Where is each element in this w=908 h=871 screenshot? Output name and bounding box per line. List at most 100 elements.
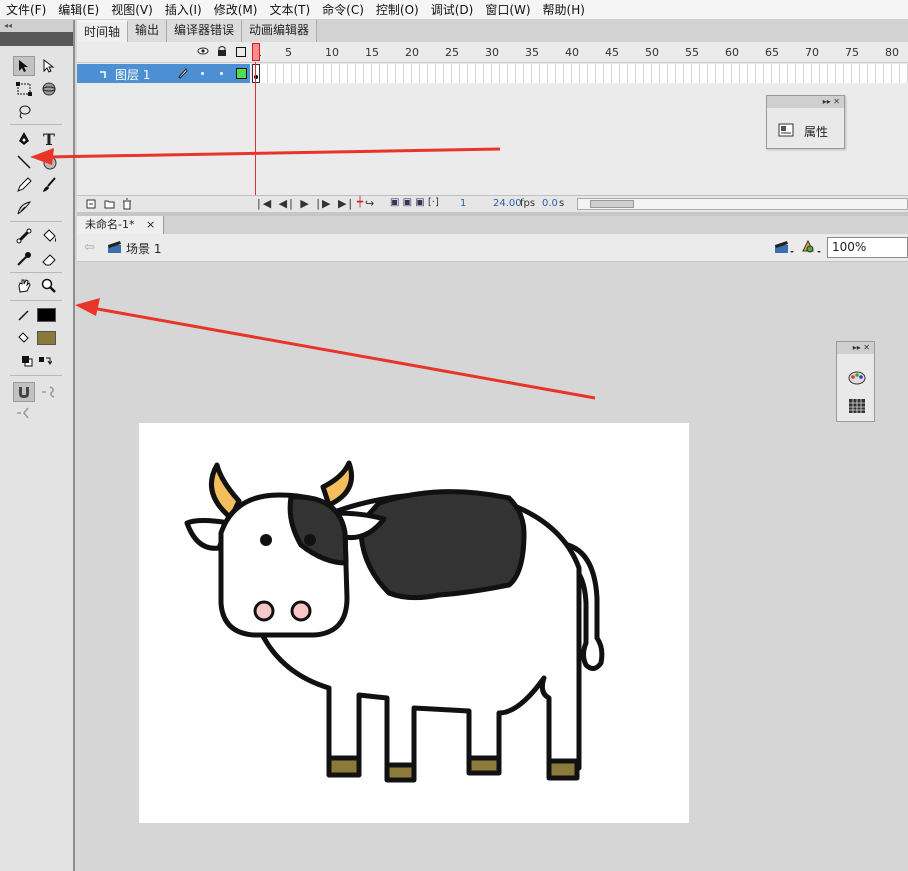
ruler-frame-number[interactable]: 45 xyxy=(605,46,619,59)
lock-icon[interactable] xyxy=(217,45,227,60)
swap-colors-icon[interactable] xyxy=(34,351,56,371)
elapsed-time-value[interactable]: 0.0 xyxy=(542,198,558,209)
frame-ruler[interactable]: 15101520253035404550556065707580 xyxy=(252,42,908,63)
frame-rate-value[interactable]: 24.00 xyxy=(493,198,522,209)
tab-output[interactable]: 输出 xyxy=(128,20,168,42)
pencil-tool-icon[interactable] xyxy=(13,175,35,195)
color-palette-icon[interactable] xyxy=(848,370,866,389)
fill-color-swatch[interactable] xyxy=(37,331,56,345)
paint-bucket-tool-icon[interactable] xyxy=(38,226,60,246)
brush-tool-icon[interactable] xyxy=(38,175,60,195)
menu-help[interactable]: 帮助(H) xyxy=(537,1,591,18)
smooth-icon[interactable] xyxy=(38,382,60,402)
timeline-footer: |◀ ◀| ▶ |▶ ▶| ┿ ↪ ▣ ▣ ▣ [·] 1 24.00 fps … xyxy=(77,195,908,212)
center-frame-icon[interactable]: ┿ xyxy=(357,197,363,208)
pen-tool-icon[interactable] xyxy=(13,129,35,149)
3d-rotation-tool-icon[interactable] xyxy=(38,79,60,99)
ruler-frame-number[interactable]: 35 xyxy=(525,46,539,59)
tab-timeline[interactable]: 时间轴 xyxy=(77,20,129,42)
zoom-field[interactable]: 100% xyxy=(827,237,908,258)
toolbox-collapse[interactable]: ◂◂ xyxy=(0,20,73,32)
document-tab-close-icon[interactable]: × xyxy=(146,218,155,231)
layer-icon xyxy=(99,68,109,82)
edit-scene-icon[interactable] xyxy=(774,239,794,258)
edit-symbols-icon[interactable] xyxy=(801,239,821,258)
subselection-tool-icon[interactable] xyxy=(38,56,60,76)
layer-outline-color[interactable] xyxy=(236,68,247,79)
ruler-frame-number[interactable]: 70 xyxy=(805,46,819,59)
frame-grid[interactable] xyxy=(252,64,908,83)
playhead[interactable] xyxy=(252,43,260,61)
outline-icon[interactable] xyxy=(236,47,246,57)
ruler-frame-number[interactable]: 5 xyxy=(285,46,292,59)
ruler-frame-number[interactable]: 25 xyxy=(445,46,459,59)
document-tab[interactable]: 未命名-1* × xyxy=(77,216,165,234)
onion-skin-icons[interactable]: ▣ ▣ ▣ [·] xyxy=(390,197,439,208)
rectangle-tool-icon[interactable] xyxy=(38,152,60,172)
swatches-panel-head[interactable]: ▸▸ ✕ xyxy=(837,342,874,354)
current-frame[interactable]: 1 xyxy=(460,198,466,209)
scene-name[interactable]: 场景 1 xyxy=(126,240,161,257)
ruler-frame-number[interactable]: 30 xyxy=(485,46,499,59)
eraser-tool-icon[interactable] xyxy=(38,249,60,269)
layer-row[interactable]: 图层 1 xyxy=(77,64,250,83)
cow-illustration[interactable] xyxy=(139,423,689,823)
ruler-frame-number[interactable]: 50 xyxy=(645,46,659,59)
eyedropper-tool-icon[interactable] xyxy=(13,249,35,269)
bone-tool-icon[interactable] xyxy=(13,226,35,246)
ruler-frame-number[interactable]: 20 xyxy=(405,46,419,59)
playback-controls[interactable]: |◀ ◀| ▶ |▶ ▶| xyxy=(257,197,354,210)
document-tab-title: 未命名-1* xyxy=(85,218,135,231)
timeline-scroll-thumb[interactable] xyxy=(590,200,634,208)
properties-panel-head[interactable]: ▸▸ ✕ xyxy=(767,96,844,108)
elapsed-time-unit: s xyxy=(559,198,565,209)
ruler-frame-number[interactable]: 15 xyxy=(365,46,379,59)
lasso-tool-icon[interactable] xyxy=(13,102,35,122)
ruler-frame-number[interactable]: 80 xyxy=(885,46,899,59)
layer-visible-dot[interactable] xyxy=(201,72,204,75)
toolbox-title-bar[interactable] xyxy=(0,32,73,46)
selection-tool-icon[interactable] xyxy=(13,56,35,76)
tab-compiler-errors[interactable]: 编译器错误 xyxy=(167,20,243,42)
ruler-frame-number[interactable]: 65 xyxy=(765,46,779,59)
straighten-icon[interactable] xyxy=(13,403,35,423)
new-folder-icon[interactable] xyxy=(104,199,115,212)
timeline-hscrollbar[interactable] xyxy=(577,198,908,210)
ruler-frame-number[interactable]: 75 xyxy=(845,46,859,59)
hand-tool-icon[interactable] xyxy=(13,276,35,296)
text-tool-icon[interactable]: T xyxy=(38,129,60,149)
snap-to-objects-icon[interactable] xyxy=(13,382,35,402)
menu-commands[interactable]: 命令(C) xyxy=(316,1,370,18)
properties-label[interactable]: 属性 xyxy=(804,123,828,140)
properties-panel: ▸▸ ✕ 属性 xyxy=(766,95,845,149)
ruler-frame-number[interactable]: 10 xyxy=(325,46,339,59)
stage[interactable] xyxy=(139,423,689,823)
menu-modify[interactable]: 修改(M) xyxy=(208,1,264,18)
back-arrow-icon[interactable]: ⇦ xyxy=(84,240,95,255)
zoom-tool-icon[interactable] xyxy=(38,276,60,296)
ruler-frame-number[interactable]: 55 xyxy=(685,46,699,59)
new-layer-icon[interactable] xyxy=(86,199,96,212)
layer-name[interactable]: 图层 1 xyxy=(115,66,150,83)
loop-icon[interactable]: ↪ xyxy=(365,197,374,210)
delete-layer-icon[interactable] xyxy=(122,198,132,213)
swatches-grid-icon[interactable] xyxy=(848,398,866,417)
menu-file[interactable]: 文件(F) xyxy=(0,1,52,18)
eye-icon[interactable] xyxy=(197,45,209,60)
menu-insert[interactable]: 插入(I) xyxy=(159,1,208,18)
ruler-frame-number[interactable]: 60 xyxy=(725,46,739,59)
free-transform-tool-icon[interactable] xyxy=(13,79,35,99)
layer-lock-dot[interactable] xyxy=(220,72,223,75)
menu-text[interactable]: 文本(T) xyxy=(263,1,316,18)
menu-edit[interactable]: 编辑(E) xyxy=(52,1,105,18)
ruler-frame-number[interactable]: 40 xyxy=(565,46,579,59)
menu-control[interactable]: 控制(O) xyxy=(370,1,425,18)
menu-debug[interactable]: 调试(D) xyxy=(425,1,480,18)
tab-motion-editor[interactable]: 动画编辑器 xyxy=(242,20,318,42)
deco-tool-icon[interactable] xyxy=(13,198,35,218)
menu-view[interactable]: 视图(V) xyxy=(105,1,159,18)
stroke-color-swatch[interactable] xyxy=(37,308,56,322)
line-tool-icon[interactable] xyxy=(13,152,35,172)
menu-window[interactable]: 窗口(W) xyxy=(479,1,536,18)
properties-icon[interactable] xyxy=(778,123,794,140)
